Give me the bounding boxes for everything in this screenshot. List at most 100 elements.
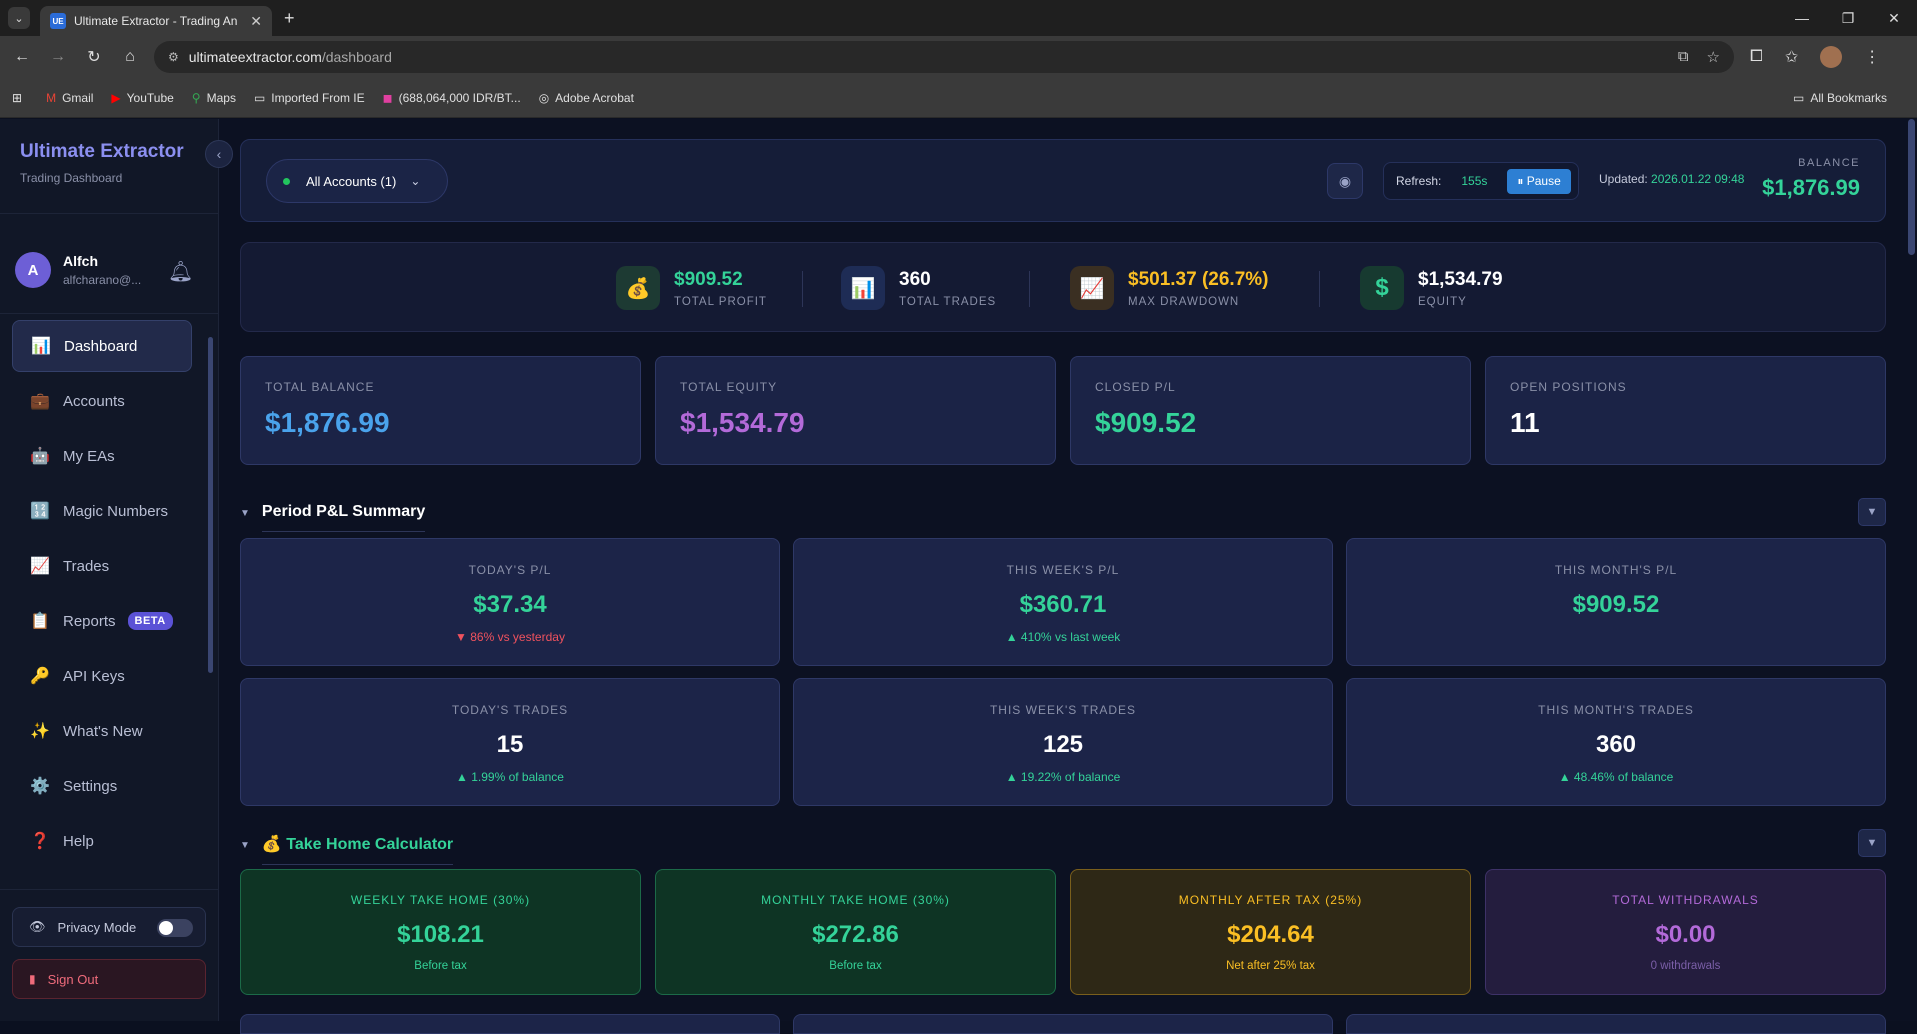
sidebar-item-whats-new[interactable]: ✨ What's New [12,705,192,757]
sidebar-item-magic-numbers[interactable]: 🔢 Magic Numbers [12,485,192,537]
sidebar-item-dashboard[interactable]: 📊 Dashboard [12,320,192,372]
sidebar-item-help[interactable]: ❓ Help [12,815,192,867]
card-label: TOTAL BALANCE [265,380,375,394]
total-equity-card: TOTAL EQUITY $1,534.79 [655,356,1056,465]
takehome-section-header[interactable]: ▼ 💰 Take Home Calculator [240,826,454,865]
numbers-icon: 🔢 [30,503,50,520]
money-bag-icon: 💰 [261,836,282,853]
user-name: Alfch [63,253,98,269]
sign-out-button[interactable]: ▮ Sign Out [12,959,206,999]
stats-bar: 💰 $909.52 TOTAL PROFIT 📊 360 TOTAL TRADES … [240,242,1886,332]
period-section-header[interactable]: ▼ Period P&L Summary [240,495,426,532]
divider [1029,271,1030,307]
app-root: Ultimate Extractor Trading Dashboard A A… [0,119,1917,1034]
divider [0,313,219,314]
equity-label: EQUITY [1418,295,1467,308]
bookmark-maps[interactable]: ⚲ Maps [192,91,236,105]
total-trades-value: 360 [899,268,931,290]
summary-cards: TOTAL BALANCE $1,876.99 TOTAL EQUITY $1,53… [240,356,1886,465]
home-button[interactable]: ⌂ [116,43,144,71]
this-month-trades-card: THIS MONTH'S TRADES 360 ▲ 48.46% of balanc… [1346,678,1886,806]
card-value: $909.52 [1095,407,1197,438]
sidebar-item-label: Magic Numbers [63,502,169,520]
sidebar-item-api-keys[interactable]: 🔑 API Keys [12,650,192,702]
sidebar-item-label: API Keys [63,667,125,685]
browser-tab-active[interactable]: UE Ultimate Extractor - Trading An ✕ [40,6,272,36]
clipboard-icon: 📋 [30,613,50,630]
bell-icon[interactable]: 🔔︎ [168,259,193,284]
todays-trades-card: TODAY'S TRADES 15 ▲ 1.99% of balance [240,678,780,806]
window-controls: — ❐ ✕ [1779,0,1917,36]
address-bar[interactable]: ⚙ ultimateextractor.com/dashboard ⧉ ☆ [154,41,1734,73]
privacy-mode-toggle[interactable] [157,919,193,937]
new-tab-button[interactable]: + [284,8,295,29]
all-bookmarks[interactable]: ▭ All Bookmarks [1793,91,1887,105]
close-window-icon[interactable]: ✕ [1871,0,1917,36]
minimize-icon[interactable]: — [1779,0,1825,36]
reload-button[interactable]: ↻ [80,43,108,71]
user-profile[interactable]: A Alfch alfcharano@... [15,252,141,288]
sidebar-item-settings[interactable]: ⚙️ Settings [12,760,192,812]
menu-icon[interactable]: ⋮ [1864,47,1880,67]
stat-total-trades: 📊 360 TOTAL TRADES [841,266,996,310]
page-scroll-thumb[interactable] [1908,119,1915,255]
apps-icon[interactable]: ⊞ [12,91,28,105]
sidebar: Ultimate Extractor Trading Dashboard A A… [0,119,219,1021]
stat-equity: $ $1,534.79 EQUITY [1360,266,1503,310]
card-label: CLOSED P/L [1095,380,1176,394]
takehome-collapse-button[interactable]: ▼ [1858,829,1886,857]
last-updated: Updated: 2026.01.22 09:48 [1599,172,1745,186]
refresh-label: Refresh: [1396,174,1442,188]
triangle-down-icon: ▼ [1866,837,1878,849]
eye-icon: ◉ [1338,172,1352,189]
install-app-icon[interactable]: ⧉ [1678,48,1689,66]
last-updated-value: 2026.01.22 09:48 [1651,172,1745,186]
profile-avatar[interactable] [1820,46,1843,68]
toggle-visibility-button[interactable]: ◉ [1327,163,1363,199]
sidebar-scroll-thumb[interactable] [208,337,213,673]
card-value: $1,876.99 [265,407,390,438]
total-trades-label: TOTAL TRADES [899,295,997,308]
site-favicon: UE [50,13,66,29]
bookmark-acrobat[interactable]: ◎ Adobe Acrobat [539,91,634,105]
bookmark-star-icon[interactable]: ☆ [1707,48,1720,66]
robot-icon: 🤖 [30,448,50,465]
question-icon: ❓ [30,833,50,850]
extensions-icon[interactable]: ⧠ [1750,48,1763,66]
sidebar-item-label: Help [63,832,94,850]
triangle-down-icon: ▼ [1866,506,1878,518]
main-content: All Accounts (1) ⌄ ◉ Refresh: 155s ⏸ Pau… [240,119,1890,1034]
bookmark-gmail[interactable]: M Gmail [46,91,93,105]
collapse-sidebar-button[interactable]: ‹ [205,140,233,168]
stat-max-drawdown: 📈 $501.37 (26.7%) MAX DRAWDOWN [1070,266,1269,310]
todays-pl-card: TODAY'S P/L $37.34 ▼ 86% vs yesterday [240,538,780,666]
bookmark-youtube[interactable]: ▶ YouTube [111,91,173,105]
period-collapse-button[interactable]: ▼ [1858,498,1886,526]
user-avatar: A [15,252,51,288]
balance-label: BALANCE [1798,157,1860,169]
bookmarks-icon[interactable]: ✩ [1785,47,1798,67]
site-info-icon[interactable]: ⚙ [168,50,179,64]
tab-search-button[interactable]: ⌄ [8,7,30,29]
acrobat-icon: ◎ [538,90,550,105]
equity-value: $1,534.79 [1418,268,1503,290]
sidebar-item-label: My EAs [63,447,115,465]
divider [0,213,219,214]
sidebar-item-reports[interactable]: 📋 Reports BETA [12,595,192,647]
sidebar-item-trades[interactable]: 📈 Trades [12,540,192,592]
restore-icon[interactable]: ❐ [1825,0,1871,36]
bookmark-imported[interactable]: ▭ Imported From IE [254,91,365,105]
back-button[interactable]: ← [8,43,36,71]
forward-button[interactable]: → [44,43,72,71]
pause-button[interactable]: ⏸ Pause [1507,168,1571,194]
privacy-mode-row: 👁︎ Privacy Mode [12,907,206,947]
page-scrollbar[interactable] [1907,119,1917,1021]
bookmark-exchange[interactable]: ◼ (688,064,000 IDR/BT... [383,91,521,105]
browser-toolbar: ← → ↻ ⌂ ⚙ ultimateextractor.com/dashboar… [0,36,1917,78]
sidebar-item-accounts[interactable]: 💼 Accounts [12,375,192,427]
sidebar-item-my-eas[interactable]: 🤖 My EAs [12,430,192,482]
account-selector[interactable]: All Accounts (1) ⌄ [266,159,448,203]
top-bar: All Accounts (1) ⌄ ◉ Refresh: 155s ⏸ Pau… [240,139,1886,222]
close-tab-icon[interactable]: ✕ [250,13,262,30]
eye-icon: 👁︎ [29,919,46,934]
